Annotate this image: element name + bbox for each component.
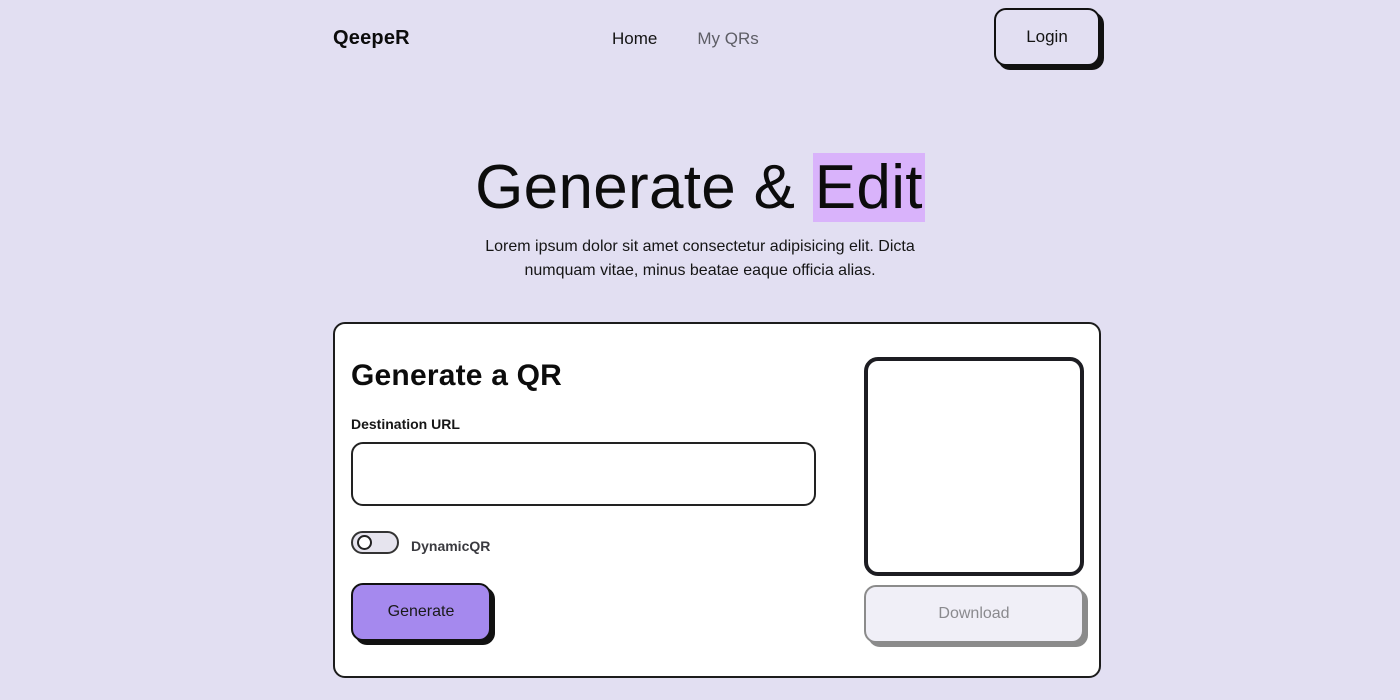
dynamic-qr-label: DynamicQR (411, 538, 491, 554)
hero-section: Generate & Edit Lorem ipsum dolor sit am… (0, 150, 1400, 283)
card-title: Generate a QR (351, 359, 563, 392)
generate-qr-card: Generate a QR Destination URL DynamicQR … (333, 322, 1101, 678)
top-nav: QeepeR Home My QRs Login (333, 0, 1103, 78)
nav-link-home[interactable]: Home (612, 29, 657, 49)
destination-url-input[interactable] (351, 442, 816, 506)
qr-preview (864, 357, 1084, 576)
toggle-knob (357, 535, 372, 550)
login-button[interactable]: Login (994, 8, 1100, 66)
brand-logo[interactable]: QeepeR (333, 27, 410, 50)
nav-links: Home My QRs (612, 29, 759, 49)
generate-button[interactable]: Generate (351, 583, 491, 641)
download-button[interactable]: Download (864, 585, 1084, 643)
nav-link-my-qrs[interactable]: My QRs (697, 29, 758, 49)
hero-title-main: Generate & (475, 153, 813, 222)
hero-title: Generate & Edit (0, 150, 1400, 226)
hero-subtitle: Lorem ipsum dolor sit amet consectetur a… (485, 238, 915, 279)
dynamic-qr-toggle[interactable] (351, 531, 399, 554)
destination-url-label: Destination URL (351, 416, 460, 432)
hero-title-highlight: Edit (812, 153, 925, 222)
